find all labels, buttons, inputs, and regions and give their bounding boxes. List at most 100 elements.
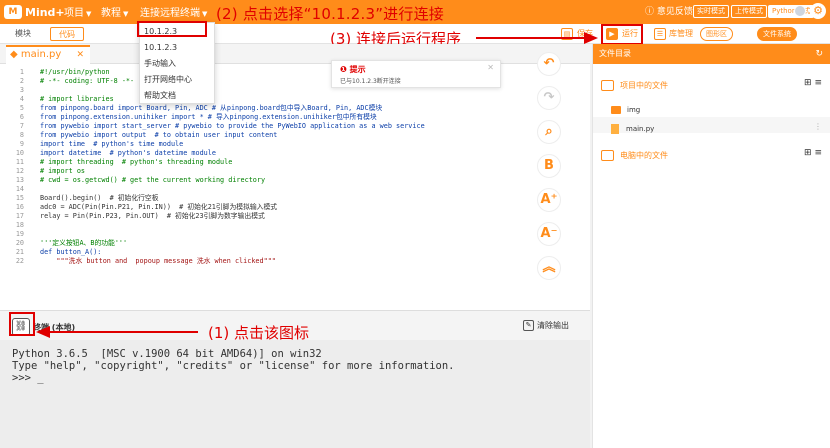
- more-icon[interactable]: ⋮: [814, 122, 822, 131]
- dropdown-item-help[interactable]: 帮助文档: [144, 90, 176, 101]
- line-number: 22: [15, 257, 24, 265]
- code-line: 19: [0, 230, 590, 239]
- code-line: 3: [0, 86, 590, 95]
- code-line: 12 # import os: [0, 167, 590, 176]
- user-avatar[interactable]: [794, 5, 806, 17]
- menu-remote-terminal-label: 连接远程终端: [140, 8, 200, 19]
- file-system-button[interactable]: 文件系统: [757, 27, 797, 41]
- project-files-actions: ⊞ ≡: [804, 78, 822, 88]
- python-file-icon: ◆: [10, 49, 18, 60]
- chevron-down-icon: ▼: [202, 10, 208, 18]
- mode-realtime[interactable]: 实时模式: [693, 5, 729, 18]
- code-line: 14: [0, 185, 590, 194]
- library-icon: ☰: [654, 28, 666, 40]
- undo-icon[interactable]: ↶: [537, 52, 561, 76]
- code-text: from pywebio import start_server # pyweb…: [40, 122, 425, 130]
- menu-tutorial[interactable]: 教程 ▼: [101, 4, 128, 19]
- dropdown-item-ip[interactable]: 10.1.2.3: [144, 43, 177, 52]
- code-text: '''定义按钮A、B的功能''': [40, 239, 128, 247]
- feedback-label: 意见反馈: [656, 7, 693, 17]
- refresh-icon[interactable]: ↻: [815, 44, 823, 64]
- code-line: 6 from pinpong.extension.unihiker import …: [0, 113, 590, 122]
- line-number: 6: [19, 113, 24, 121]
- font-decrease-icon[interactable]: A⁻: [537, 222, 561, 246]
- menu-tutorial-label: 教程: [101, 8, 121, 19]
- mode-python[interactable]: Python模式: [768, 5, 815, 18]
- font-increase-icon[interactable]: A⁺: [537, 188, 561, 212]
- code-line: 10 import datetime # python's datetime mo…: [0, 149, 590, 158]
- gear-icon[interactable]: ⚙: [810, 3, 826, 19]
- code-line: 11 # import threading # python's threadin…: [0, 158, 590, 167]
- library-manager-button[interactable]: 库管理: [669, 28, 693, 39]
- terminal-line: Python 3.6.5 [MSC v.1900 64 bit AMD64)] …: [12, 348, 322, 360]
- menu-remote-terminal[interactable]: 连接远程终端 ▼: [140, 4, 207, 19]
- file-tab-label: main.py: [20, 49, 62, 60]
- line-number: 18: [15, 221, 24, 229]
- tab-blocks[interactable]: 模块: [6, 27, 40, 41]
- add-file-icon[interactable]: ⊞: [804, 148, 812, 158]
- code-text: Board().begin() # 初始化行空板: [40, 194, 159, 202]
- file-item-img[interactable]: img: [611, 106, 640, 114]
- collapse-icon[interactable]: ︽: [537, 256, 561, 280]
- computer-files-section[interactable]: 电脑中的文件: [601, 150, 668, 161]
- menu-icon[interactable]: ≡: [814, 78, 822, 88]
- redo-icon[interactable]: ↷: [537, 86, 561, 110]
- code-text: from pinpong.board import Board, Pin, AD…: [40, 104, 383, 112]
- chevron-down-icon: ▼: [86, 10, 92, 18]
- file-tab-main[interactable]: ◆ main.py ✕: [6, 45, 90, 64]
- terminal-prompt: >>> _: [12, 372, 44, 384]
- terminal-line: Type "help", "copyright", "credits" or "…: [12, 360, 455, 372]
- add-file-icon[interactable]: ⊞: [804, 78, 812, 88]
- tab-code[interactable]: 代码: [50, 27, 84, 41]
- file-item-main[interactable]: main.py: [611, 124, 654, 134]
- code-line: 15 Board().begin() # 初始化行空板: [0, 194, 590, 203]
- dropdown-item-network-center[interactable]: 打开网络中心: [144, 74, 192, 85]
- code-text: """洗水 button and popoup message 洗水 when …: [40, 257, 276, 265]
- logo-icon: M: [4, 5, 22, 19]
- dropdown-item-manual-input[interactable]: 手动输入: [144, 58, 176, 69]
- plot-area-button[interactable]: 图形区: [700, 27, 733, 41]
- line-number: 13: [15, 176, 24, 184]
- line-number: 16: [15, 203, 24, 211]
- code-text: # cwd = os.getcwd() # get the current wo…: [40, 176, 266, 184]
- file-icon: [611, 124, 619, 134]
- project-files-section[interactable]: 项目中的文件: [601, 80, 668, 91]
- code-line: 16 adc0 = ADC(Pin(Pin.P21, Pin.IN)) # 初始化…: [0, 203, 590, 212]
- code-editor[interactable]: 1 #!/usr/bin/python 2 # -*- coding: UTF-8 -…: [0, 64, 590, 310]
- clear-output-button[interactable]: ✎ 清除输出: [523, 320, 569, 331]
- line-number: 7: [19, 122, 24, 130]
- toast-title-text: 提示: [349, 65, 366, 74]
- file-directory-panel: 文件目录 ↻ 项目中的文件 ⊞ ≡ img main.py ⋮ 电脑中的文件 ⊞…: [592, 44, 830, 448]
- mode-upload[interactable]: 上传模式: [731, 5, 767, 18]
- close-icon[interactable]: ✕: [76, 47, 84, 63]
- annotation-highlight-run: [601, 24, 643, 45]
- code-text: # import libraries: [40, 95, 114, 103]
- code-text: import time # python's time module: [40, 140, 184, 148]
- menu-project[interactable]: 项目 ▼: [64, 4, 91, 19]
- code-line: 9 import time # python's time module: [0, 140, 590, 149]
- feedback-link[interactable]: ⓘ 意见反馈: [645, 4, 693, 17]
- format-code-icon[interactable]: B: [537, 154, 561, 178]
- folder-section-icon: [601, 80, 614, 91]
- clear-output-label: 清除输出: [537, 321, 569, 330]
- close-icon[interactable]: ✕: [487, 63, 494, 72]
- code-line: 21 def button_A():: [0, 248, 590, 257]
- line-number: 2: [19, 77, 24, 85]
- code-line: 2 # -*- coding: UTF-8 -*-: [0, 77, 590, 86]
- menu-icon[interactable]: ≡: [814, 148, 822, 158]
- code-line: 17 relay = Pin(Pin.P23, Pin.OUT) # 初始化23引…: [0, 212, 590, 221]
- code-line: 8 from pywebio import output # to obtain …: [0, 131, 590, 140]
- app-logo[interactable]: M Mind+: [4, 3, 65, 21]
- file-name: img: [627, 106, 641, 114]
- code-line: 7 from pywebio import start_server # pywe…: [0, 122, 590, 131]
- clear-icon: ✎: [523, 320, 534, 331]
- line-number: 12: [15, 167, 24, 175]
- panel-title: 文件目录: [599, 49, 631, 58]
- code-text: def button_A():: [40, 248, 102, 256]
- disconnect-toast: ❶ 提示 已与10.1.2.3断开连接 ✕: [331, 60, 501, 88]
- terminal-output[interactable]: Python 3.6.5 [MSC v.1900 64 bit AMD64)] …: [0, 340, 590, 448]
- code-text: # import threading # python's threading …: [40, 158, 233, 166]
- search-icon[interactable]: ⌕: [537, 120, 561, 144]
- line-number: 1: [19, 68, 24, 76]
- code-text: # -*- coding: UTF-8 -*-: [40, 77, 135, 85]
